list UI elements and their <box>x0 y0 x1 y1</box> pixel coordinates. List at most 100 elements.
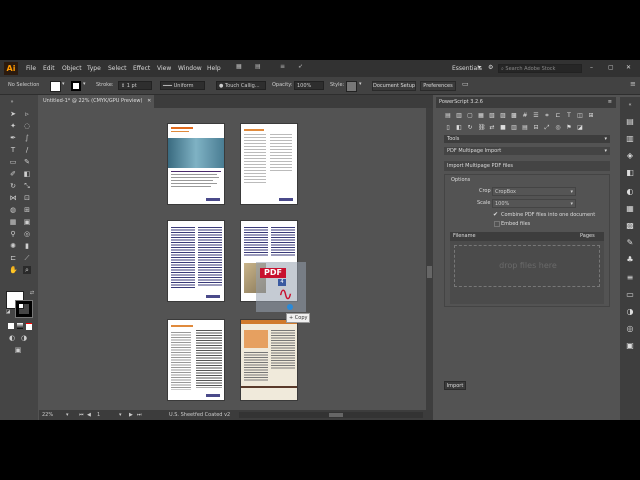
slice-tool-icon[interactable]: ⟋ <box>23 254 31 262</box>
eyedropper-tool-icon[interactable]: ⚲ <box>9 230 17 238</box>
artboard-page-1[interactable] <box>167 123 225 205</box>
stock-search-input[interactable]: ⌕ Search Adobe Stock <box>498 64 582 73</box>
stroke-chevron-icon[interactable]: ▾ <box>83 81 86 87</box>
layers-panel-icon[interactable]: ◈ <box>625 151 635 161</box>
paintbrush-tool-icon[interactable]: ✎ <box>23 158 31 166</box>
script-stack-icon[interactable]: ▨ <box>500 112 506 119</box>
script-distribute-icon[interactable]: ⊞ <box>588 112 594 119</box>
bridge-icon[interactable]: ▦ <box>236 63 242 70</box>
script-layers-icon[interactable]: ◫ <box>577 112 583 119</box>
pages-column-header[interactable]: Pages <box>580 233 595 239</box>
gpu-performance-icon[interactable]: ≡ <box>280 63 285 70</box>
horizontal-scrollbar[interactable] <box>239 412 423 418</box>
mesh-tool-icon[interactable]: ▦ <box>9 218 17 226</box>
color-guide-icon[interactable]: ▦ <box>625 204 635 214</box>
lasso-tool-icon[interactable]: ◌ <box>23 122 31 130</box>
gradient-mode-swatch[interactable] <box>17 323 23 329</box>
select-similar-icon[interactable]: ▭ <box>462 80 469 88</box>
pdf-drag-proxy[interactable]: PDF 4 ∿ <box>256 262 306 312</box>
script-expand-icon[interactable]: ⤢ <box>544 124 550 131</box>
menu-edit[interactable]: Edit <box>43 65 55 72</box>
scale-tool-icon[interactable]: ⤡ <box>23 182 31 190</box>
workspace-chevron-icon[interactable]: ▾ <box>478 64 481 71</box>
artboard-tool-icon[interactable]: ⊏ <box>9 254 17 262</box>
hand-tool-icon[interactable]: ✋ <box>9 266 18 274</box>
fill-chevron-icon[interactable]: ▾ <box>62 81 65 87</box>
selection-tool-icon[interactable]: ➤ <box>9 110 17 118</box>
direct-selection-tool-icon[interactable]: ▹ <box>23 110 31 118</box>
libraries-panel-icon[interactable]: ▥ <box>625 134 635 144</box>
width-tool-icon[interactable]: ⋈ <box>9 194 17 202</box>
menu-select[interactable]: Select <box>108 65 127 72</box>
swatches-panel-icon[interactable]: ▩ <box>625 221 635 231</box>
tools-category-dropdown[interactable]: Tools ▾ <box>444 135 610 143</box>
maximize-icon[interactable]: ▢ <box>608 64 614 71</box>
eraser-tool-icon[interactable]: ◧ <box>23 170 31 178</box>
stroke-color-box[interactable] <box>15 300 33 318</box>
menu-window[interactable]: Window <box>178 65 202 72</box>
stroke-panel-icon[interactable]: ≡ <box>625 273 635 283</box>
tools-collapse-icon[interactable]: » <box>8 98 16 106</box>
script-columns-icon[interactable]: ▥ <box>511 124 517 131</box>
gradient-panel-icon[interactable]: ▭ <box>625 290 635 300</box>
free-transform-tool-icon[interactable]: ⊡ <box>23 194 31 202</box>
draw-normal-icon[interactable]: ◐ <box>8 334 16 342</box>
shaper-tool-icon[interactable]: ✐ <box>9 170 17 178</box>
color-profile-status[interactable]: U.S. Sheetfed Coated v2 <box>169 412 230 418</box>
artboard-number[interactable]: 1 <box>97 412 100 418</box>
symbols-panel-icon[interactable]: ♣ <box>625 255 635 265</box>
rotate-tool-icon[interactable]: ↻ <box>9 182 17 190</box>
menu-help[interactable]: Help <box>207 65 221 72</box>
menu-object[interactable]: Object <box>62 65 82 72</box>
last-artboard-icon[interactable]: ⏭ <box>137 412 142 418</box>
filename-column-header[interactable]: Filename <box>453 233 476 239</box>
script-bracket-icon[interactable]: ⊏ <box>555 112 561 119</box>
preferences-button[interactable]: Preferences <box>420 81 456 91</box>
script-rotate-icon[interactable]: ↻ <box>467 124 473 131</box>
stroke-weight-field[interactable]: ⇕ 1 pt <box>118 81 152 90</box>
document-setup-button[interactable]: Document Setup <box>372 81 416 91</box>
next-artboard-icon[interactable]: ▶ <box>129 412 133 418</box>
default-colors-icon[interactable]: ◪ <box>4 308 12 316</box>
menu-view[interactable]: View <box>157 65 171 72</box>
zoom-tool-icon[interactable]: ⌕ <box>23 266 31 274</box>
artboard-page-2[interactable] <box>240 123 298 205</box>
tab-close-icon[interactable]: ✕ <box>147 98 151 104</box>
script-spiral-icon[interactable]: ◎ <box>555 124 561 131</box>
panel-title[interactable]: PowerScript 3.2.6 <box>439 99 483 105</box>
panel-menu-icon[interactable]: ≡ <box>608 97 612 108</box>
color-panel-icon[interactable]: ◐ <box>625 187 635 197</box>
gradient-tool-icon[interactable]: ▣ <box>23 218 31 226</box>
script-frame-icon[interactable]: ▢ <box>467 112 473 119</box>
artboard-page-6[interactable] <box>240 319 298 401</box>
script-number-icon[interactable]: # <box>522 112 528 119</box>
search-options-icon[interactable]: ⚙ <box>488 64 493 71</box>
script-arrange-icon[interactable]: ⊟ <box>533 124 539 131</box>
embed-label[interactable]: Embed files <box>501 221 530 227</box>
horizontal-scroll-thumb[interactable] <box>329 413 343 417</box>
perspective-grid-tool-icon[interactable]: ⊞ <box>23 206 31 214</box>
draw-behind-icon[interactable]: ◑ <box>20 334 28 342</box>
combine-checkbox[interactable]: ✔ <box>493 211 498 218</box>
scale-dropdown[interactable]: 100% ▾ <box>492 199 576 208</box>
script-list-icon[interactable]: ☰ <box>533 112 539 119</box>
script-duplicate-icon[interactable]: ▥ <box>456 112 462 119</box>
embed-checkbox[interactable] <box>494 221 500 227</box>
properties-panel-icon[interactable]: ▤ <box>625 117 635 127</box>
magic-wand-tool-icon[interactable]: ✦ <box>9 122 17 130</box>
menu-effect[interactable]: Effect <box>133 65 150 72</box>
dock-collapse-icon[interactable]: « <box>625 100 635 110</box>
type-tool-icon[interactable]: T <box>9 146 17 154</box>
swap-colors-icon[interactable]: ⇄ <box>28 289 36 297</box>
previous-artboard-icon[interactable]: ◀ <box>87 412 91 418</box>
blend-tool-icon[interactable]: ◎ <box>23 230 31 238</box>
minimize-icon[interactable]: – <box>590 64 593 71</box>
line-tool-icon[interactable]: / <box>23 146 31 154</box>
vertical-scrollbar[interactable] <box>426 108 433 410</box>
script-align-icon[interactable]: ▤ <box>445 112 451 119</box>
script-link-icon[interactable]: ⛓ <box>478 124 486 131</box>
graphic-styles-panel-icon[interactable]: ▣ <box>625 341 635 351</box>
document-tab[interactable]: Untitled-1* @ 22% (CMYK/GPU Preview) ✕ <box>39 95 154 108</box>
none-mode-swatch[interactable] <box>26 323 32 330</box>
menu-type[interactable]: Type <box>87 65 101 72</box>
